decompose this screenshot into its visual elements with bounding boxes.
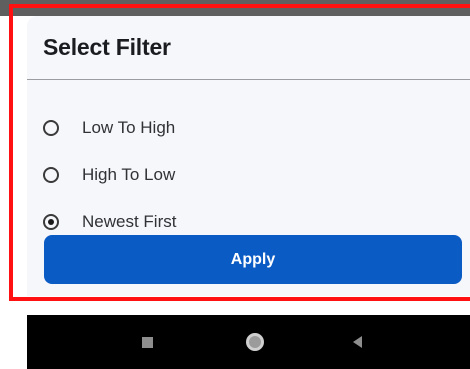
back-triangle-icon xyxy=(352,336,362,348)
highlight-frame xyxy=(9,4,470,301)
recents-button[interactable] xyxy=(135,315,159,369)
back-button[interactable] xyxy=(345,315,369,369)
recents-square-icon xyxy=(141,336,153,348)
system-navigation-bar xyxy=(27,315,470,369)
screen: Select Filter Low To High High To Low Ne… xyxy=(0,0,470,369)
home-button[interactable] xyxy=(241,315,269,369)
home-circle-icon xyxy=(246,333,264,351)
